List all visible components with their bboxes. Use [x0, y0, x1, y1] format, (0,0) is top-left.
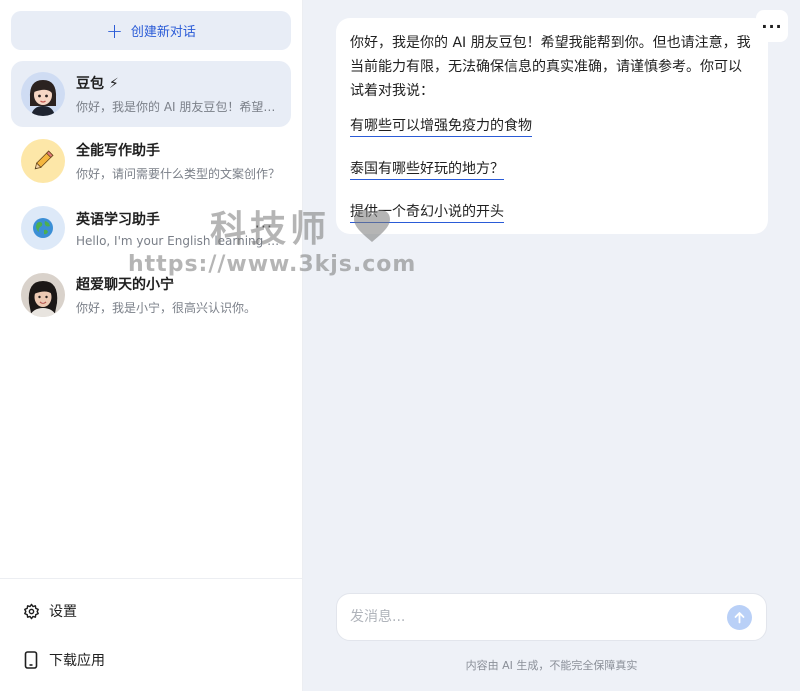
conversation-preview: 你好，我是小宁，很高兴认识你。 — [76, 301, 257, 315]
phone-icon — [22, 651, 40, 669]
new-chat-label: 创建新对话 — [130, 25, 196, 40]
conversation-name: 全能写作助手 — [76, 143, 160, 159]
conversation-name: 超爱聊天的小宁 — [76, 277, 174, 293]
conversation-item-english[interactable]: 英语学习助手 Hello, I'm your English learning … — [11, 195, 291, 261]
suggestion-link[interactable]: 提供一个奇幻小说的开头 — [350, 202, 504, 223]
conversation-preview: Hello, I'm your English learning assista… — [76, 233, 281, 248]
message-input-box — [336, 593, 767, 641]
arrow-up-icon — [734, 612, 745, 624]
conversation-item-writing[interactable]: 全能写作助手 你好，请问需要什么类型的文案创作？ — [11, 128, 291, 194]
plus-icon: + — [106, 18, 123, 43]
send-button[interactable] — [727, 605, 752, 630]
settings-button[interactable]: 设置 — [22, 601, 77, 621]
new-chat-button[interactable]: + 创建新对话 — [11, 11, 291, 50]
chat-menu-button[interactable]: ··· — [756, 10, 788, 42]
chat-panel: 你好，我是你的 AI 朋友豆包！希望我能帮到你。但也请注意，我当前能力有限，无法… — [303, 0, 800, 691]
more-options-icon[interactable]: ··· — [255, 217, 273, 236]
globe-icon — [21, 206, 65, 250]
conversation-item-doubao[interactable]: 豆包 ⚡ 你好，我是你的 AI 朋友豆包！希望我能帮到你。 — [11, 61, 291, 127]
sidebar-footer — [0, 578, 302, 579]
pencil-icon — [21, 139, 65, 183]
conversation-preview: 你好，我是你的 AI 朋友豆包！希望我能帮到你。 — [76, 100, 281, 114]
girl-photo-avatar — [21, 273, 65, 317]
message-input[interactable] — [350, 609, 710, 625]
suggestion-link[interactable]: 泰国有哪些好玩的地方？ — [350, 159, 504, 180]
suggestion-link[interactable]: 有哪些可以增强免疫力的食物 — [350, 116, 532, 137]
settings-label: 设置 — [49, 604, 77, 620]
conversation-preview: 你好，请问需要什么类型的文案创作？ — [76, 167, 281, 181]
download-label: 下载应用 — [49, 653, 105, 669]
conversation-name: 豆包 ⚡ — [76, 76, 119, 92]
gear-icon — [22, 602, 40, 620]
conversation-item-xiaoning[interactable]: 超爱聊天的小宁 你好，我是小宁，很高兴认识你。 — [11, 262, 291, 328]
ai-disclaimer: 内容由 AI 生成，不能完全保障真实 — [465, 659, 638, 672]
download-app-button[interactable]: 下载应用 — [22, 650, 105, 670]
conversation-name: 英语学习助手 — [76, 211, 160, 228]
doubao-girl-avatar — [21, 72, 65, 116]
sidebar: + 创建新对话 豆包 ⚡ 你好，我是你的 AI 朋友豆包！希望我能帮到你。 — [0, 0, 303, 691]
assistant-intro-text: 你好，我是你的 AI 朋友豆包！希望我能帮到你。但也请注意，我当前能力有限，无法… — [350, 35, 751, 99]
assistant-message: 你好，我是你的 AI 朋友豆包！希望我能帮到你。但也请注意，我当前能力有限，无法… — [336, 18, 768, 234]
